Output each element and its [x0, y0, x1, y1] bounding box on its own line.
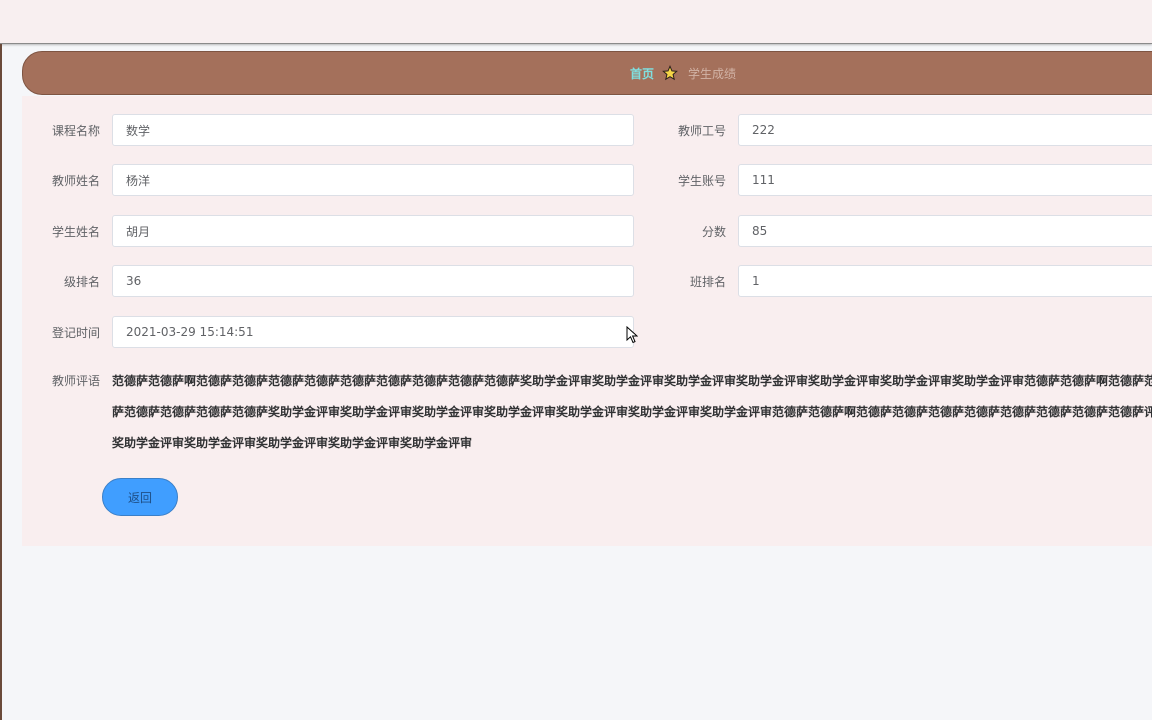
student-name-field[interactable]: 胡月 [112, 215, 634, 247]
teacher-id-label: 教师工号 [677, 123, 726, 138]
grade-rank-field[interactable]: 36 [112, 265, 634, 297]
teacher-id-field[interactable]: 222 [738, 114, 1152, 146]
breadcrumb-home-link[interactable]: 首页 [630, 65, 654, 82]
score-row: 分数 85 [648, 215, 1152, 247]
student-account-row: 学生账号 111 [648, 164, 1152, 196]
breadcrumb-current: 学生成绩 [688, 66, 737, 81]
teacher-id-row: 教师工号 222 [648, 114, 1152, 146]
course-name-label: 课程名称 [51, 123, 100, 138]
register-time-row: 登记时间 2021-03-29 15:14:51 [22, 316, 634, 348]
teacher-comment-row: 教师评语 范德萨范德萨啊范德萨范德萨范德萨范德萨范德萨范德萨范德萨范德萨范德萨奖… [22, 371, 1152, 459]
star-icon [662, 65, 680, 81]
teacher-comment-text: 范德萨范德萨啊范德萨范德萨范德萨范德萨范德萨范德萨范德萨范德萨范德萨奖助学金评审… [112, 374, 1152, 450]
class-rank-label: 班排名 [689, 274, 726, 289]
detail-form: 课程名称 数学 教师工号 222 教师姓名 杨洋 学生账号 111 学生姓名 胡… [22, 96, 1152, 546]
score-field[interactable]: 85 [738, 215, 1152, 247]
back-button[interactable]: 返回 [102, 478, 178, 516]
top-bar [0, 0, 1152, 44]
left-edge-divider [0, 44, 2, 720]
mouse-cursor-icon [626, 326, 638, 344]
student-name-row: 学生姓名 胡月 [22, 215, 634, 247]
score-label: 分数 [701, 224, 726, 239]
breadcrumb-bar: 首页 学生成绩 [22, 51, 1152, 95]
course-name-row: 课程名称 数学 [22, 114, 634, 146]
student-account-label: 学生账号 [677, 173, 726, 188]
student-name-label: 学生姓名 [51, 224, 100, 239]
register-time-label: 登记时间 [51, 325, 100, 340]
teacher-name-row: 教师姓名 杨洋 [22, 164, 634, 196]
grade-rank-row: 级排名 36 [22, 265, 634, 297]
class-rank-field[interactable]: 1 [738, 265, 1152, 297]
teacher-name-label: 教师姓名 [51, 173, 100, 188]
student-account-field[interactable]: 111 [738, 164, 1152, 196]
teacher-comment-label: 教师评语 [51, 374, 100, 388]
course-name-field[interactable]: 数学 [112, 114, 634, 146]
teacher-name-field[interactable]: 杨洋 [112, 164, 634, 196]
breadcrumb: 首页 学生成绩 [630, 65, 736, 82]
register-time-field[interactable]: 2021-03-29 15:14:51 [112, 316, 634, 348]
class-rank-row: 班排名 1 [648, 265, 1152, 297]
grade-rank-label: 级排名 [63, 274, 100, 289]
